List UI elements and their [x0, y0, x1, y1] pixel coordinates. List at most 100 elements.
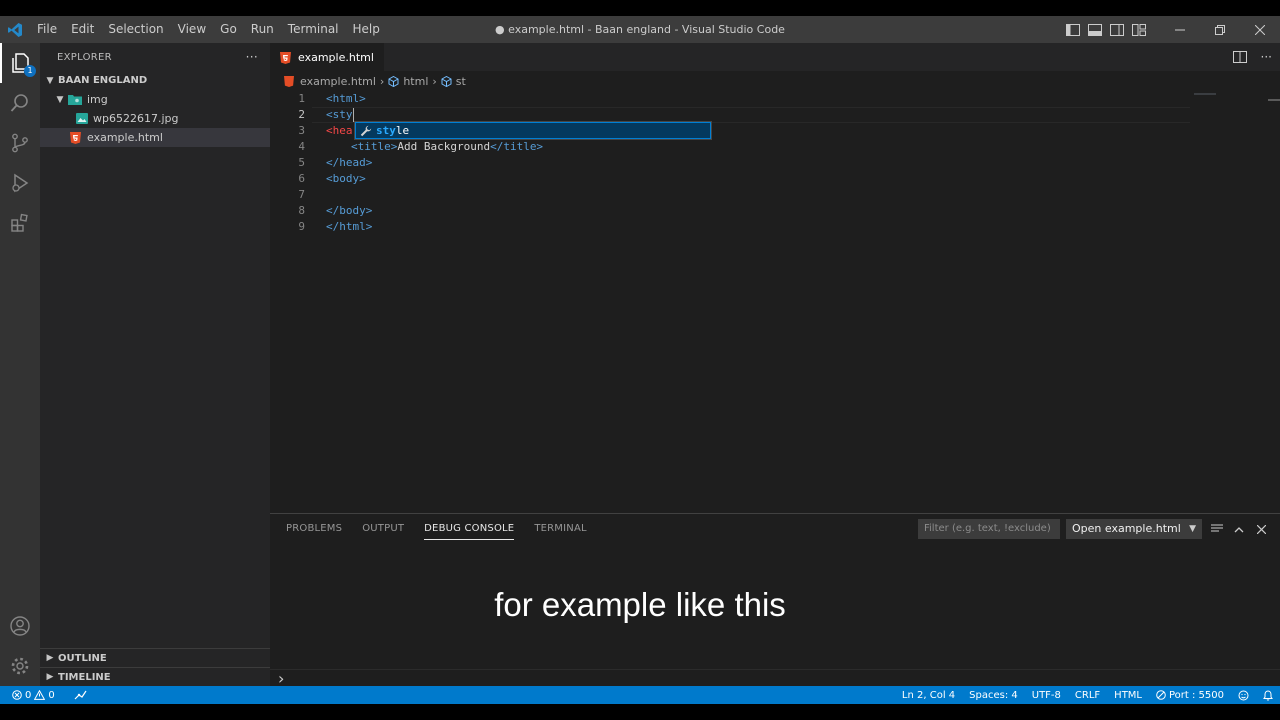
line-number: 4 — [298, 140, 305, 153]
chevron-right-icon: › — [432, 74, 437, 88]
tree-folder-img[interactable]: ▼ img — [40, 90, 270, 109]
code-token: <title> — [351, 140, 398, 153]
indentation[interactable]: Spaces: 4 — [962, 690, 1025, 701]
suggestion-item[interactable]: sty le — [355, 122, 711, 139]
debug-console-filter-input[interactable]: Filter (e.g. text, !exclude) — [918, 519, 1060, 539]
tree-file-jpg[interactable]: wp6522617.jpg — [40, 109, 270, 128]
code-line: 6 <body> — [270, 171, 1280, 187]
tree-file-html[interactable]: example.html — [40, 128, 270, 147]
language-mode[interactable]: HTML — [1107, 690, 1149, 701]
code-line: 7 — [270, 187, 1280, 203]
vscode-logo-icon[interactable] — [0, 16, 30, 43]
menu-selection[interactable]: Selection — [101, 16, 170, 43]
line-number: 7 — [298, 188, 305, 201]
end-of-line[interactable]: CRLF — [1068, 690, 1107, 701]
toggle-secondary-sidebar-icon[interactable] — [1106, 16, 1128, 43]
tab-example-html[interactable]: example.html — [270, 43, 384, 71]
title-bar: File Edit Selection View Go Run Terminal… — [0, 16, 1280, 43]
editor-area: example.html ··· example.html › html › s… — [270, 43, 1280, 513]
window-title: ● example.html - Baan england - Visual S… — [495, 23, 785, 36]
tab-debug-console[interactable]: DEBUG CONSOLE — [424, 514, 515, 544]
close-panel-icon[interactable] — [1252, 519, 1270, 539]
more-actions-icon[interactable]: ··· — [1261, 50, 1272, 64]
warning-count: 0 — [48, 689, 55, 701]
extensions-icon[interactable] — [0, 203, 40, 243]
line-number: 2 — [298, 108, 305, 121]
chevron-down-icon: ▼ — [46, 75, 54, 86]
menu-edit[interactable]: Edit — [64, 16, 101, 43]
code-token: <hea — [326, 124, 353, 137]
cursor-position[interactable]: Ln 2, Col 4 — [895, 690, 962, 701]
bottom-panel: PROBLEMS OUTPUT DEBUG CONSOLE TERMINAL F… — [270, 513, 1280, 686]
feedback-icon[interactable] — [1231, 690, 1256, 701]
prompt-chevron-icon: › — [278, 668, 285, 688]
live-server-status[interactable]: Port : 5500 — [1149, 690, 1231, 701]
code-token: </html> — [326, 220, 373, 233]
symbol-icon — [441, 75, 452, 87]
breadcrumb-file[interactable]: example.html — [300, 75, 376, 88]
split-editor-icon[interactable] — [1232, 51, 1247, 63]
activity-bar: 1 — [0, 43, 40, 686]
tab-output[interactable]: OUTPUT — [362, 514, 404, 544]
code-token: </title> — [490, 140, 544, 153]
html-file-icon — [280, 51, 291, 64]
minimize-icon[interactable] — [1160, 16, 1200, 43]
breadcrumb: example.html › html › st — [270, 71, 1280, 91]
editor-tabs: example.html ··· — [270, 43, 1280, 71]
search-icon[interactable] — [0, 83, 40, 123]
code-line: 9 </html> — [270, 219, 1280, 235]
workspace-name: BAAN ENGLAND — [58, 75, 148, 86]
settings-gear-icon[interactable] — [0, 646, 40, 686]
outline-label: OUTLINE — [58, 652, 107, 664]
line-number: 5 — [298, 156, 305, 169]
code-token: <sty — [326, 108, 353, 121]
code-editor[interactable]: 1 <html> 2 <sty 3 <hea 4 <title>Add Back… — [270, 91, 1280, 235]
debug-session-select[interactable]: Open example.html ▼ — [1066, 519, 1202, 539]
explorer-icon[interactable]: 1 — [0, 43, 40, 83]
timeline-section[interactable]: ▶ TIMELINE — [40, 667, 270, 686]
minimap-slider[interactable] — [1194, 93, 1216, 95]
tab-terminal[interactable]: TERMINAL — [534, 514, 586, 544]
editor-actions: ··· — [1232, 43, 1272, 71]
menu-view[interactable]: View — [171, 16, 213, 43]
run-debug-icon[interactable] — [0, 163, 40, 203]
chevron-down-icon: ▼ — [56, 94, 64, 105]
tab-label: example.html — [298, 51, 374, 64]
menu-terminal[interactable]: Terminal — [281, 16, 346, 43]
restore-icon[interactable] — [1200, 16, 1240, 43]
clear-console-icon[interactable] — [1208, 519, 1226, 539]
menu-run[interactable]: Run — [244, 16, 281, 43]
file-label: wp6522617.jpg — [93, 112, 179, 125]
code-line: 1 <html> — [270, 91, 1280, 107]
close-icon[interactable] — [1240, 16, 1280, 43]
warning-icon — [34, 690, 46, 700]
text-cursor — [352, 108, 354, 122]
debug-console-input[interactable]: › — [270, 669, 1280, 687]
problems-status[interactable]: 0 0 — [10, 690, 57, 701]
folder-image-icon — [68, 94, 82, 105]
account-icon[interactable] — [0, 606, 40, 646]
more-actions-icon[interactable]: ··· — [246, 50, 258, 64]
code-token: <html> — [326, 92, 366, 105]
menu-file[interactable]: File — [30, 16, 64, 43]
menu-go[interactable]: Go — [213, 16, 244, 43]
suggestion-rest: le — [395, 124, 410, 137]
maximize-panel-icon[interactable] — [1230, 519, 1248, 539]
scrollbar-marker[interactable] — [1268, 99, 1280, 101]
breadcrumb-html[interactable]: html — [403, 75, 428, 88]
toggle-panel-icon[interactable] — [1084, 16, 1106, 43]
live-share-icon[interactable] — [67, 690, 94, 700]
source-control-icon[interactable] — [0, 123, 40, 163]
tab-problems[interactable]: PROBLEMS — [286, 514, 342, 544]
encoding[interactable]: UTF-8 — [1025, 690, 1068, 701]
error-count: 0 — [25, 689, 32, 701]
customize-layout-icon[interactable] — [1128, 16, 1150, 43]
menu-help[interactable]: Help — [346, 16, 387, 43]
toggle-primary-sidebar-icon[interactable] — [1062, 16, 1084, 43]
chevron-down-icon: ▼ — [1189, 524, 1196, 534]
code-token: </body> — [326, 204, 373, 217]
workspace-folder[interactable]: ▼ BAAN ENGLAND — [40, 71, 270, 90]
notifications-bell-icon[interactable] — [1256, 689, 1280, 701]
breadcrumb-st[interactable]: st — [456, 75, 466, 88]
outline-section[interactable]: ▶ OUTLINE — [40, 648, 270, 667]
